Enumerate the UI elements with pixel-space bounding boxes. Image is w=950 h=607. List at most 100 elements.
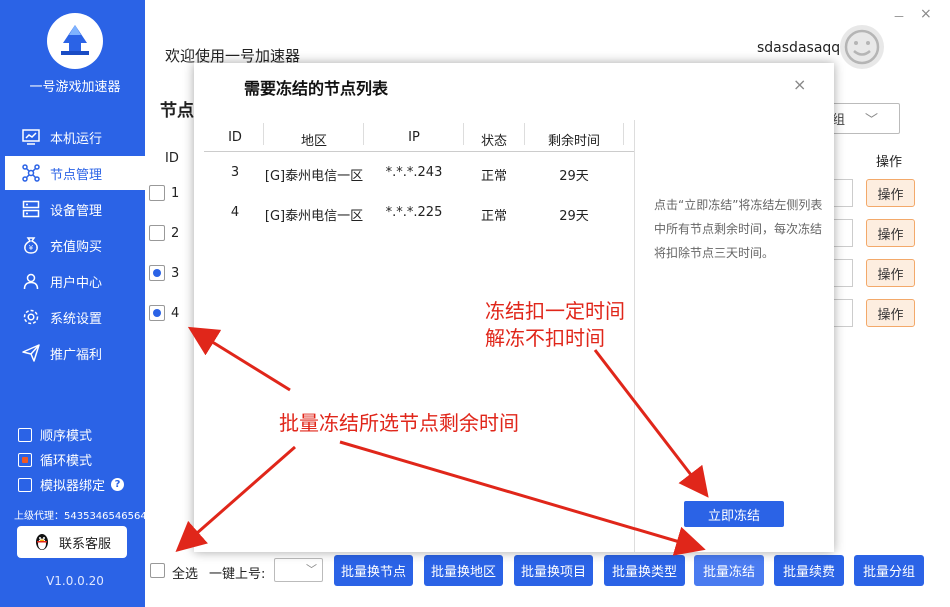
- annotation-freeze-deduct: 冻结扣一定时间: [485, 299, 625, 323]
- row-checkbox[interactable]: [149, 185, 165, 201]
- dialog-divider: [634, 120, 635, 552]
- sidebar-item-label: 充值购买: [50, 239, 103, 255]
- row-id: 3: [171, 266, 180, 281]
- server-stack-icon: [20, 198, 42, 220]
- table-cell-id: 4: [230, 205, 240, 220]
- row-op-button[interactable]: 操作: [866, 219, 915, 247]
- table-cell-status: 正常: [480, 209, 507, 224]
- row-select[interactable]: [833, 179, 853, 207]
- freeze-hint-text: 点击“立即冻结”将冻结左侧列表中所有节点剩余时间，每次冻结将扣除节点三天时间。: [654, 198, 823, 260]
- sidebar-item-label: 本机运行: [50, 131, 103, 147]
- row-checkbox[interactable]: [149, 305, 165, 321]
- batch-change-project-button[interactable]: 批量换项目: [514, 555, 593, 586]
- minimize-button[interactable]: －: [893, 8, 905, 25]
- row-select[interactable]: [833, 259, 853, 287]
- dialog-title: 需要冻结的节点列表: [244, 79, 389, 98]
- yen-bag-icon: ¥: [20, 234, 42, 256]
- service-button-label: 联系客服: [58, 536, 111, 552]
- rocket-logo-icon: [61, 25, 89, 55]
- sidebar-item-local-run[interactable]: 本机运行: [5, 120, 145, 154]
- row-checkbox[interactable]: [149, 225, 165, 241]
- batch-renew-button[interactable]: 批量续费: [774, 555, 844, 586]
- batch-change-type-button[interactable]: 批量换类型: [604, 555, 685, 586]
- gear-icon: [20, 306, 42, 328]
- sidebar-item-user-center[interactable]: 用户中心: [5, 264, 145, 298]
- row-id: 4: [171, 306, 180, 321]
- checkbox-box: [18, 477, 32, 492]
- username: sdasdasaqq: [757, 40, 841, 56]
- mode-sequential-checkbox[interactable]: 顺序模式: [18, 425, 92, 444]
- select-all-checkbox[interactable]: [150, 563, 165, 578]
- one-key-select[interactable]: ﹀: [274, 558, 323, 582]
- sidebar-item-label: 设备管理: [50, 203, 103, 219]
- column-header-id: ID: [165, 151, 179, 166]
- table-header-ip: IP: [408, 130, 420, 145]
- batch-change-node-button[interactable]: 批量换节点: [334, 555, 413, 586]
- smiley-avatar-icon: [844, 29, 880, 65]
- sidebar-item-label: 系统设置: [50, 311, 103, 327]
- app-name: 一号游戏加速器: [29, 80, 121, 95]
- network-nodes-icon: [20, 162, 42, 184]
- sidebar-item-device-management[interactable]: 设备管理: [5, 192, 145, 226]
- one-key-label: 一键上号:: [209, 567, 266, 582]
- table-header-region: 地区: [300, 134, 327, 149]
- batch-change-region-button[interactable]: 批量换地区: [424, 555, 503, 586]
- header-separator: [623, 123, 624, 145]
- mode-emulator-bind-checkbox[interactable]: 模拟器绑定 ?: [18, 475, 125, 494]
- table-cell-region: [G]泰州电信一区: [264, 209, 364, 224]
- sidebar-item-promotion[interactable]: 推广福利: [5, 336, 145, 370]
- row-op-button[interactable]: 操作: [866, 299, 915, 327]
- mode-label: 模拟器绑定: [40, 479, 106, 494]
- table-header-status: 状态: [480, 134, 507, 149]
- row-checkbox[interactable]: [149, 265, 165, 281]
- row-op-button[interactable]: 操作: [866, 179, 915, 207]
- row-select[interactable]: [833, 299, 853, 327]
- select-all-label: 全选: [172, 567, 199, 582]
- user-icon: [20, 270, 42, 292]
- table-cell-id: 3: [230, 165, 240, 180]
- column-header-op: 操作: [876, 155, 903, 170]
- batch-freeze-button[interactable]: 批量冻结: [694, 555, 764, 586]
- checkbox-box: [18, 452, 32, 467]
- sidebar-item-system-settings[interactable]: 系统设置: [5, 300, 145, 334]
- annotation-unfreeze-no-deduct: 解冻不扣时间: [485, 326, 605, 350]
- table-cell-ip: *.*.*.243: [385, 165, 443, 180]
- sidebar-item-label: 节点管理: [50, 167, 103, 183]
- sidebar-item-recharge[interactable]: ¥ 充值购买: [5, 228, 145, 262]
- avatar[interactable]: [840, 25, 884, 69]
- row-op-button[interactable]: 操作: [866, 259, 915, 287]
- sidebar: 一号游戏加速器 本机运行 节点管理 设备管理 ¥ 充值购买 用户中心 系统设置 …: [0, 0, 145, 607]
- version-label: V1.0.0.20: [46, 574, 104, 588]
- page-title: 节点: [160, 101, 194, 121]
- table-cell-remaining: 29天: [559, 169, 589, 184]
- proxy-info: 上级代理：5435346546564: [14, 511, 145, 522]
- table-cell-ip: *.*.*.225: [385, 205, 443, 220]
- help-icon[interactable]: ?: [111, 478, 125, 491]
- header-underline: [204, 151, 634, 152]
- mode-loop-checkbox[interactable]: 循环模式: [18, 450, 92, 469]
- contact-service-button[interactable]: 联系客服: [17, 526, 127, 558]
- send-plane-icon: [20, 342, 42, 364]
- table-cell-region: [G]泰州电信一区: [264, 169, 364, 184]
- monitor-chart-icon: [20, 126, 42, 148]
- sidebar-item-label: 推广福利: [50, 347, 103, 363]
- svg-text:¥: ¥: [29, 244, 34, 252]
- table-cell-remaining: 29天: [559, 209, 589, 224]
- penguin-icon: [33, 533, 51, 551]
- row-id: 2: [171, 226, 180, 241]
- sidebar-item-node-management[interactable]: 节点管理: [5, 156, 145, 190]
- batch-group-button[interactable]: 批量分组: [854, 555, 924, 586]
- row-id: 1: [171, 186, 180, 201]
- chevron-down-icon: ﹀: [865, 113, 879, 128]
- table-cell-status: 正常: [480, 169, 507, 184]
- freeze-now-button[interactable]: 立即冻结: [684, 501, 784, 527]
- table-header-id: ID: [228, 130, 242, 145]
- row-select[interactable]: [833, 219, 853, 247]
- close-window-button[interactable]: ×: [920, 6, 932, 22]
- checkbox-box: [18, 427, 32, 442]
- app-logo: [47, 13, 103, 69]
- mode-label: 循环模式: [40, 454, 93, 469]
- dialog-close-button[interactable]: ×: [793, 75, 806, 94]
- table-header-remaining: 剩余时间: [547, 134, 600, 149]
- group-select[interactable]: 组 ﹀: [825, 103, 900, 134]
